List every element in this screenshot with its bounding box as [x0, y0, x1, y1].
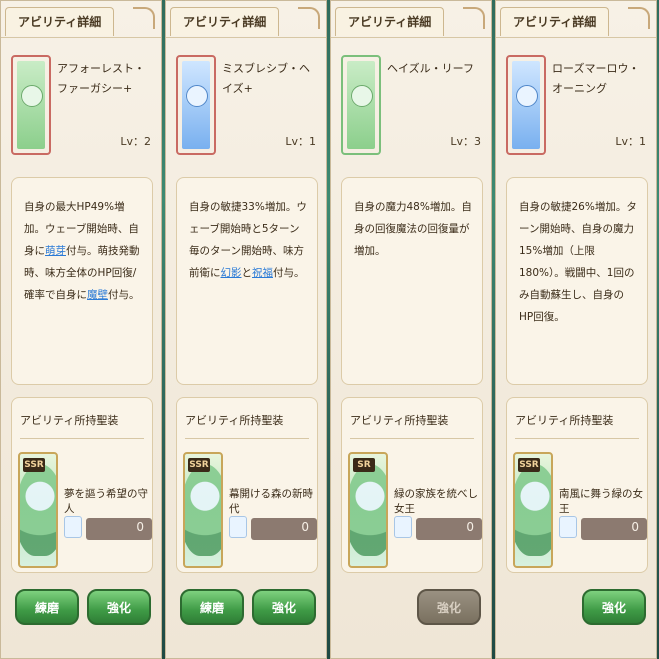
ability-info: ミスブレシブ・ヘイズ+ Lv：1: [176, 49, 316, 161]
holy-equipment-box: アビリティ所持聖装 SR 緑の家族を統べし女王 0: [341, 397, 483, 573]
corner-ornament-icon: [463, 7, 485, 29]
description-text: 自身の最大HP49%増加。ウェーブ開始時、自身に萌芽付与。萌技発動時、味方全体の…: [24, 201, 140, 301]
ability-panel-2: アビリティ詳細 ミスブレシブ・ヘイズ+ Lv：1 自身の敏捷33%増加。ウェーブ…: [165, 0, 327, 659]
holy-equipment-card[interactable]: SSR: [513, 452, 553, 568]
panel-header: アビリティ詳細: [166, 1, 326, 38]
sub-icon: [64, 516, 82, 538]
sub-icon: [229, 516, 247, 538]
enhance-button[interactable]: 強化: [252, 589, 316, 625]
divider: [350, 438, 474, 439]
enhance-button[interactable]: 強化: [582, 589, 646, 625]
divider: [185, 438, 309, 439]
ability-icon: [176, 55, 216, 155]
description-box: 自身の敏捷33%増加。ウェーブ開始時と5ターン毎のターン開始時、味方前衛に幻影と…: [176, 177, 318, 385]
rarity-badge: SSR: [23, 458, 45, 472]
equip-name: 幕開ける森の新時代: [229, 488, 313, 515]
ability-icon: [341, 55, 381, 155]
progress-bar: 0: [416, 518, 482, 540]
progress-bar: 0: [86, 518, 152, 540]
ability-info: ヘイズル・リーフ Lv：3: [341, 49, 481, 161]
holy-equipment-card[interactable]: SSR: [183, 452, 223, 568]
description-box: 自身の敏捷26%増加。ターン開始時、自身の魔力15%増加（上限180%）。戦闘中…: [506, 177, 648, 385]
bar-value: 0: [136, 520, 144, 534]
ability-panel-4: アビリティ詳細 ローズマーロウ・オーニング Lv：1 自身の敏捷26%増加。ター…: [495, 0, 657, 659]
description-box: 自身の魔力48%増加。自身の回復魔法の回復量が増加。: [341, 177, 483, 385]
keyword-link[interactable]: 幻影: [221, 267, 242, 279]
holy-equipment-card[interactable]: SR: [348, 452, 388, 568]
divider: [20, 438, 144, 439]
ability-level: Lv：1: [615, 135, 646, 148]
bar-value: 0: [466, 520, 474, 534]
ability-panel-3: アビリティ詳細 ヘイズル・リーフ Lv：3 自身の魔力48%増加。自身の回復魔法…: [330, 0, 492, 659]
equip-section-title: アビリティ所持聖装: [515, 414, 614, 427]
rarity-badge: SSR: [518, 458, 540, 472]
ability-level: Lv：1: [285, 135, 316, 148]
bar-value: 0: [301, 520, 309, 534]
description-text: 自身の魔力48%増加。自身の回復魔法の回復量が増加。: [354, 201, 472, 257]
panel-title: アビリティ詳細: [5, 7, 115, 36]
panel-title: アビリティ詳細: [335, 7, 445, 36]
description-text: 自身の敏捷33%増加。ウェーブ開始時と5ターン毎のターン開始時、味方前衛に幻影と…: [189, 201, 307, 279]
holy-equipment-card[interactable]: SSR: [18, 452, 58, 568]
ability-name: ヘイズル・リーフ: [387, 62, 475, 75]
ability-icon: [506, 55, 546, 155]
ability-name: ミスブレシブ・ヘイズ+: [222, 62, 310, 95]
ability-info: アフォーレスト・ファーガシー+ Lv：2: [11, 49, 151, 161]
equip-name: 南風に舞う緑の女王: [559, 488, 643, 515]
rarity-badge: SR: [353, 458, 375, 472]
panel-header: アビリティ詳細: [331, 1, 491, 38]
rarity-badge: SSR: [188, 458, 210, 472]
ability-level: Lv：3: [450, 135, 481, 148]
panel-title: アビリティ詳細: [500, 7, 610, 36]
ability-name: アフォーレスト・ファーガシー+: [57, 62, 145, 95]
panel-title: アビリティ詳細: [170, 7, 280, 36]
equip-name: 夢を謳う希望の守人: [64, 488, 148, 515]
ability-icon: [11, 55, 51, 155]
corner-ornament-icon: [133, 7, 155, 29]
divider: [515, 438, 639, 439]
keyword-link[interactable]: 祝福: [252, 267, 273, 279]
panel-header: アビリティ詳細: [496, 1, 656, 38]
equip-section-title: アビリティ所持聖装: [185, 414, 284, 427]
holy-equipment-box: アビリティ所持聖装 SSR 南風に舞う緑の女王 0: [506, 397, 648, 573]
ability-info: ローズマーロウ・オーニング Lv：1: [506, 49, 646, 161]
enhance-button[interactable]: 強化: [87, 589, 151, 625]
refine-button[interactable]: 練磨: [15, 589, 79, 625]
ability-level: Lv：2: [120, 135, 151, 148]
description-text: 自身の敏捷26%増加。ターン開始時、自身の魔力15%増加（上限180%）。戦闘中…: [519, 201, 637, 323]
corner-ornament-icon: [628, 7, 650, 29]
equip-section-title: アビリティ所持聖装: [350, 414, 449, 427]
sub-icon: [559, 516, 577, 538]
ability-panel-1: アビリティ詳細 アフォーレスト・ファーガシー+ Lv：2 自身の最大HP49%増…: [0, 0, 162, 659]
description-box: 自身の最大HP49%増加。ウェーブ開始時、自身に萌芽付与。萌技発動時、味方全体の…: [11, 177, 153, 385]
keyword-link[interactable]: 魔壁: [87, 289, 108, 301]
holy-equipment-box: アビリティ所持聖装 SSR 夢を謳う希望の守人 0: [11, 397, 153, 573]
keyword-link[interactable]: 萌芽: [45, 245, 66, 257]
progress-bar: 0: [251, 518, 317, 540]
equip-name: 緑の家族を統べし女王: [394, 488, 478, 515]
corner-ornament-icon: [298, 7, 320, 29]
ability-name: ローズマーロウ・オーニング: [552, 62, 640, 95]
refine-button[interactable]: 練磨: [180, 589, 244, 625]
enhance-button[interactable]: 強化: [417, 589, 481, 625]
progress-bar: 0: [581, 518, 647, 540]
equip-section-title: アビリティ所持聖装: [20, 414, 119, 427]
panel-header: アビリティ詳細: [1, 1, 161, 38]
holy-equipment-box: アビリティ所持聖装 SSR 幕開ける森の新時代 0: [176, 397, 318, 573]
bar-value: 0: [631, 520, 639, 534]
sub-icon: [394, 516, 412, 538]
